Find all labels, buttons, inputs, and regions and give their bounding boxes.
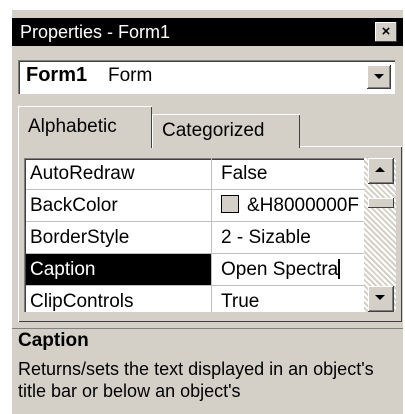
title-bar[interactable]: Properties - Form1 × (12, 18, 403, 46)
object-selector-dropdown-button[interactable] (367, 65, 391, 89)
scroll-thumb[interactable] (368, 198, 394, 208)
color-swatch (221, 195, 239, 213)
property-value[interactable]: &H8000000F (215, 190, 364, 221)
property-value-text: Open Spectra (221, 259, 339, 280)
property-value-text: &H8000000F (247, 195, 359, 216)
close-button[interactable]: × (375, 22, 397, 42)
property-name: AutoRedraw (26, 158, 212, 189)
property-name: Caption (26, 254, 212, 285)
property-value[interactable]: 2 - Sizable (215, 222, 364, 253)
object-selector[interactable]: Form1 Form (18, 60, 395, 94)
description-text: Returns/sets the text displayed in an ob… (18, 359, 374, 401)
scroll-down-button[interactable] (368, 286, 394, 312)
property-grid: AutoRedraw False BackColor &H8000000F Bo… (24, 158, 364, 312)
property-name: BorderStyle (26, 222, 212, 253)
properties-window: Properties - Form1 × Form1 Form Alphabet… (12, 10, 403, 414)
scroll-up-button[interactable] (368, 158, 394, 184)
window-title: Properties - Form1 (20, 22, 171, 42)
property-value[interactable]: False (215, 158, 364, 189)
chevron-up-icon (375, 167, 385, 172)
tab-categorized[interactable]: Categorized (152, 114, 300, 148)
tab-label: Alphabetic (28, 116, 117, 137)
caption-value-input[interactable]: Open Spectra (215, 254, 364, 285)
description-heading: Caption (18, 330, 89, 351)
property-name: ClipControls (26, 286, 212, 312)
tab-alphabetic[interactable]: Alphabetic (18, 106, 152, 148)
chevron-down-icon (375, 295, 385, 300)
chevron-down-icon (374, 74, 384, 79)
tab-label: Categorized (162, 120, 265, 141)
property-row-selected[interactable]: Caption Open Spectra (26, 254, 364, 286)
property-value[interactable]: True (215, 286, 364, 312)
property-row[interactable]: ClipControls True (26, 286, 364, 312)
object-type: Form (108, 65, 153, 86)
object-name: Form1 (26, 64, 88, 86)
vertical-scrollbar[interactable] (364, 158, 396, 312)
text-caret (338, 259, 341, 279)
property-row[interactable]: BorderStyle 2 - Sizable (26, 222, 364, 254)
property-row[interactable]: BackColor &H8000000F (26, 190, 364, 222)
property-row[interactable]: AutoRedraw False (26, 158, 364, 190)
description-pane: Caption Returns/sets the text displayed … (12, 328, 403, 414)
property-name: BackColor (26, 190, 212, 221)
